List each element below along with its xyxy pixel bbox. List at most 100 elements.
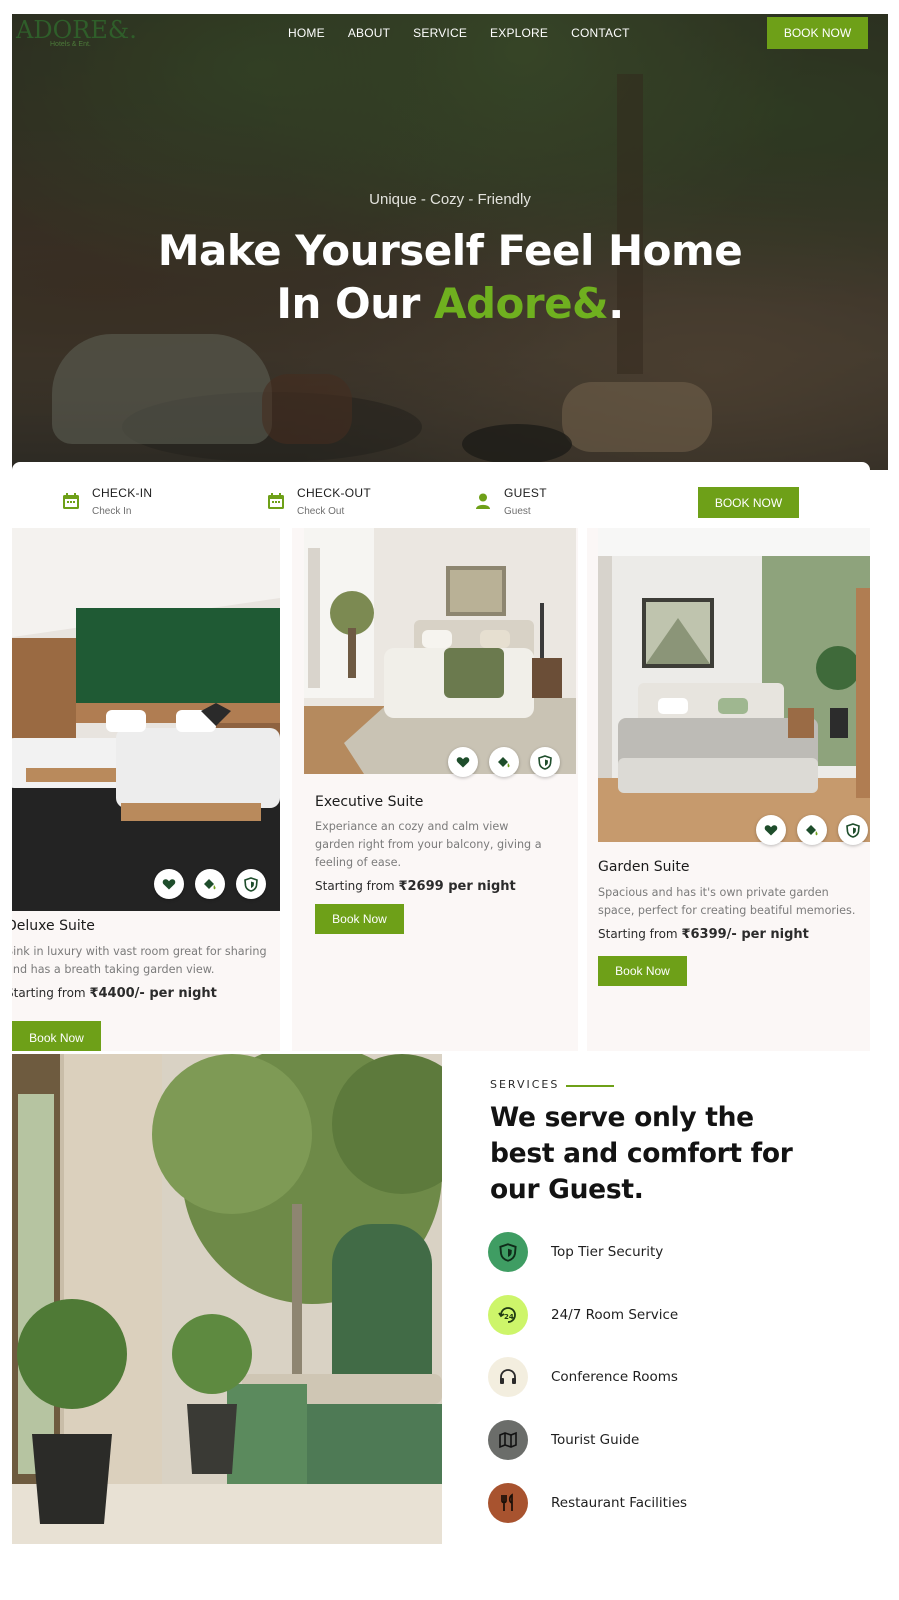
room-description-line: Sink in luxury with vast room great for … xyxy=(12,945,267,958)
service-icon-circle xyxy=(488,1483,528,1523)
service-icon-circle xyxy=(488,1232,528,1272)
service-item-restaurant[interactable]: Restaurant Facilities xyxy=(488,1483,687,1523)
book-now-button-executive[interactable]: Book Now xyxy=(315,904,404,934)
guest-placeholder: Guest xyxy=(504,506,531,517)
services-heading: We serve only the best and comfort for o… xyxy=(490,1100,850,1208)
lobby-illustration xyxy=(12,1054,442,1544)
heart-icon xyxy=(764,825,778,836)
room-card-deluxe: Deluxe Suite Sink in luxury with vast ro… xyxy=(12,528,280,1051)
headline-brand-accent: Adore& xyxy=(433,279,609,328)
brand-logo[interactable]: ADORE&. Hotels & Ent. xyxy=(16,16,146,48)
nav-home[interactable]: HOME xyxy=(288,26,325,40)
safety-button[interactable] xyxy=(838,815,868,845)
shield-icon xyxy=(538,754,552,770)
24-hour-icon: 24 xyxy=(498,1307,516,1323)
shield-icon xyxy=(499,1242,517,1262)
shield-icon xyxy=(244,876,258,892)
room-description-line: garden right from your balcony, giving a xyxy=(315,838,542,851)
service-item-security[interactable]: Top Tier Security xyxy=(488,1232,663,1272)
favorite-button[interactable] xyxy=(154,869,184,899)
main-nav: HOME ABOUT SERVICE EXPLORE CONTACT xyxy=(288,26,630,40)
room-actions-garden xyxy=(756,815,868,845)
room-actions-executive xyxy=(448,747,560,777)
paint-bucket-icon xyxy=(204,879,216,890)
services-heading-line: best and comfort for xyxy=(490,1138,793,1169)
room-description: Sink in luxury with vast room great for … xyxy=(12,943,267,979)
hero-tagline: Unique - Cozy - Friendly xyxy=(369,191,531,208)
paint-bucket-icon xyxy=(498,757,510,768)
price-value: ₹4400/- per night xyxy=(89,986,217,1001)
service-item-conference[interactable]: Conference Rooms xyxy=(488,1357,678,1397)
room-image-executive xyxy=(304,528,576,774)
service-label: Tourist Guide xyxy=(551,1432,640,1448)
price-prefix: Starting from xyxy=(598,927,682,941)
user-icon xyxy=(476,493,490,509)
nav-about[interactable]: ABOUT xyxy=(348,26,390,40)
room-description: Experiance an cozy and calm view garden … xyxy=(315,818,542,872)
service-label: Restaurant Facilities xyxy=(551,1495,688,1511)
brand-name: ADORE&. xyxy=(16,16,137,44)
services-label: SERVICES xyxy=(490,1078,560,1091)
book-now-button-garden[interactable]: Book Now xyxy=(598,956,687,986)
guest-label: GUEST xyxy=(504,486,547,500)
room-price: Starting from ₹4400/- per night xyxy=(12,986,217,1001)
price-value: ₹2699 per night xyxy=(398,879,516,894)
checkout-label: CHECK-OUT xyxy=(297,486,372,500)
checkin-field[interactable]: CHECK-IN Check In xyxy=(62,486,152,517)
book-now-button-deluxe[interactable]: Book Now xyxy=(12,1021,101,1051)
room-actions-deluxe xyxy=(154,869,266,899)
service-item-tourist-guide[interactable]: Tourist Guide xyxy=(488,1420,639,1460)
heart-icon xyxy=(456,757,470,768)
services-label-underline xyxy=(566,1085,614,1087)
booking-bar: CHECK-IN Check In CHECK-OUT Check Out GU… xyxy=(12,462,870,530)
room-name: Deluxe Suite xyxy=(12,918,95,934)
service-icon-circle: 24 xyxy=(488,1295,528,1335)
service-icon-circle xyxy=(488,1357,528,1397)
executive-room-illustration xyxy=(304,528,576,774)
services-heading-line: our Guest. xyxy=(490,1174,644,1205)
room-description-line: feeling of ease. xyxy=(315,856,402,869)
map-icon xyxy=(499,1431,517,1449)
favorite-button[interactable] xyxy=(448,747,478,777)
room-card-executive: Executive Suite Experiance an cozy and c… xyxy=(292,528,578,1051)
room-description-line: space, perfect for creating beatiful mem… xyxy=(598,904,856,917)
paint-bucket-icon xyxy=(806,825,818,836)
booking-book-now-button[interactable]: BOOK NOW xyxy=(698,487,799,518)
deluxe-room-illustration xyxy=(12,528,280,911)
safety-button[interactable] xyxy=(236,869,266,899)
header-book-now-button[interactable]: BOOK NOW xyxy=(767,17,868,49)
room-description: Spacious and has it's own private garden… xyxy=(598,884,855,920)
nav-service[interactable]: SERVICE xyxy=(413,26,467,40)
amenity-button[interactable] xyxy=(489,747,519,777)
room-name: Garden Suite xyxy=(598,859,690,875)
amenity-button[interactable] xyxy=(195,869,225,899)
service-item-room-service[interactable]: 24 24/7 Room Service xyxy=(488,1295,678,1335)
nav-explore[interactable]: EXPLORE xyxy=(490,26,548,40)
safety-button[interactable] xyxy=(530,747,560,777)
heart-icon xyxy=(162,879,176,890)
room-price: Starting from ₹2699 per night xyxy=(315,879,516,894)
room-image-deluxe xyxy=(12,528,280,911)
favorite-button[interactable] xyxy=(756,815,786,845)
price-prefix: Starting from xyxy=(12,986,90,1000)
service-label: Top Tier Security xyxy=(551,1244,664,1260)
price-prefix: Starting from xyxy=(315,879,399,893)
service-label: Conference Rooms xyxy=(551,1369,678,1385)
guest-field[interactable]: GUEST Guest xyxy=(474,486,547,517)
hero-headline: Make Yourself Feel Home In Our Adore&. xyxy=(12,224,888,330)
room-description-line: and has a breath taking garden view. xyxy=(12,963,215,976)
room-card-garden: Garden Suite Spacious and has it's own p… xyxy=(587,528,870,1051)
price-value: ₹6399/- per night xyxy=(681,927,809,942)
page: ADORE&. Hotels & Ent. HOME ABOUT SERVICE… xyxy=(12,14,888,1590)
hero-section: ADORE&. Hotels & Ent. HOME ABOUT SERVICE… xyxy=(12,14,888,470)
room-name: Executive Suite xyxy=(315,794,424,810)
amenity-button[interactable] xyxy=(797,815,827,845)
room-description-line: Spacious and has it's own private garden xyxy=(598,886,829,899)
nav-contact[interactable]: CONTACT xyxy=(571,26,630,40)
headphones-icon xyxy=(500,1369,516,1384)
checkout-field[interactable]: CHECK-OUT Check Out xyxy=(267,486,371,517)
room-description-line: Experiance an cozy and calm view xyxy=(315,820,509,833)
utensils-icon xyxy=(501,1493,513,1511)
garden-room-illustration xyxy=(598,528,870,842)
checkout-placeholder: Check Out xyxy=(297,506,345,517)
